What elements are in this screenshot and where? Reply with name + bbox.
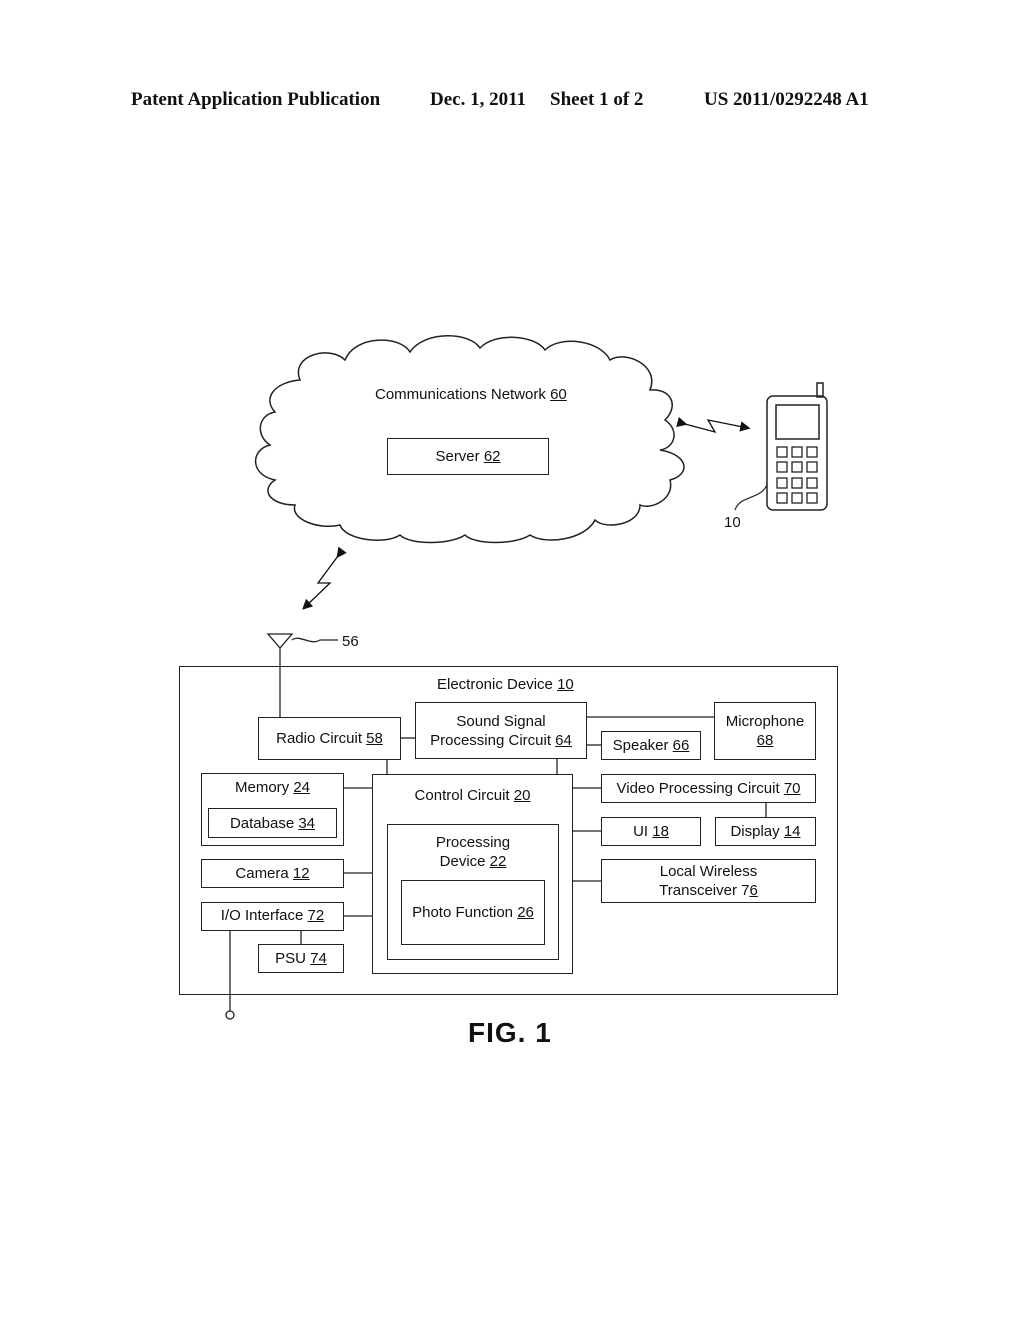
wireless-transceiver-label-2: Transceiver 76 xyxy=(659,882,758,899)
memory-label: Memory 24 xyxy=(234,779,311,796)
device-label: Electronic Device 10 xyxy=(437,676,574,693)
photo-function-label: Photo Function 26 xyxy=(412,904,534,921)
processing-device-label-1: Processing xyxy=(435,834,511,851)
phone-ref: 10 xyxy=(724,514,741,531)
control-circuit-label: Control Circuit 20 xyxy=(414,787,531,804)
speaker-label: Speaker 66 xyxy=(612,737,690,754)
wireless-transceiver-label-1: Local Wireless xyxy=(659,863,758,880)
microphone-ref: 68 xyxy=(756,732,774,749)
database-label: Database 34 xyxy=(229,815,316,832)
ui-label: UI 18 xyxy=(633,823,669,840)
server-label: Server 62 xyxy=(435,448,501,465)
figure-label: FIG. 1 xyxy=(468,1017,552,1048)
psu-label: PSU 74 xyxy=(275,950,327,967)
antenna-ref: 56 xyxy=(342,633,359,650)
sound-processing-label-1: Sound Signal xyxy=(456,713,546,730)
wireless-link-device xyxy=(302,546,347,610)
microphone-label: Microphone xyxy=(725,713,805,730)
processing-device-label-2: Device 22 xyxy=(439,853,507,870)
network-label: Communications Network 60 xyxy=(375,386,567,403)
radio-circuit-label: Radio Circuit 58 xyxy=(276,730,383,747)
wireless-link-phone xyxy=(676,416,751,434)
mobile-phone-icon xyxy=(734,382,828,511)
io-interface-label: I/O Interface 72 xyxy=(220,907,325,924)
diagram-lines xyxy=(225,335,828,1020)
camera-label: Camera 12 xyxy=(235,865,310,882)
sound-processing-label-2: Processing Circuit 64 xyxy=(430,732,572,749)
display-label: Display 14 xyxy=(730,823,801,840)
video-processing-label: Video Processing Circuit 70 xyxy=(616,780,801,797)
